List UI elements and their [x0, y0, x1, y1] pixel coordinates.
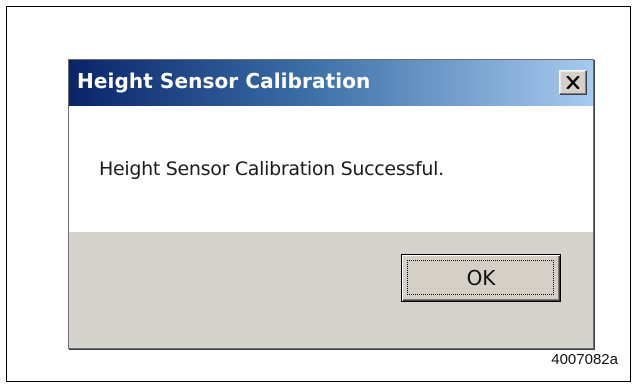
dialog-title: Height Sensor Calibration: [77, 69, 371, 93]
dialog-titlebar[interactable]: Height Sensor Calibration: [69, 60, 593, 106]
ok-button[interactable]: OK: [401, 254, 561, 302]
close-button[interactable]: [559, 70, 587, 95]
figure-id: 4007082a: [551, 351, 618, 368]
dialog-button-area: OK: [69, 232, 593, 348]
close-icon: [566, 76, 580, 89]
dialog-message: Height Sensor Calibration Successful.: [99, 158, 444, 180]
dialog-message-area: Height Sensor Calibration Successful.: [69, 106, 593, 232]
figure-frame: Height Sensor Calibration Height Sensor …: [6, 6, 631, 382]
ok-button-label: OK: [466, 266, 496, 290]
calibration-dialog: Height Sensor Calibration Height Sensor …: [68, 59, 594, 349]
